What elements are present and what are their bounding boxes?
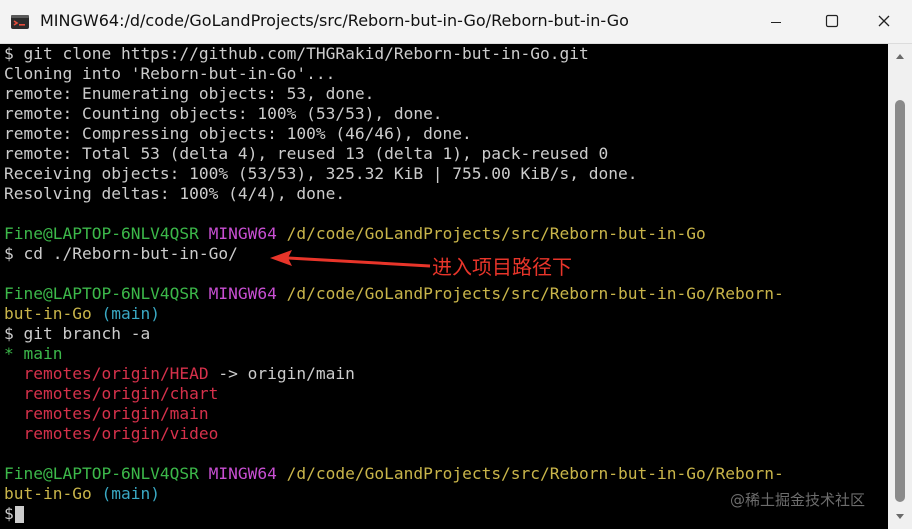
terminal-text: remotes/origin/HEAD (23, 364, 209, 383)
terminal-text: but-in-Go (4, 304, 92, 323)
terminal-text: -> origin/main (208, 364, 355, 383)
terminal-text: but-in-Go (4, 484, 92, 503)
terminal-text: remotes/origin/main (23, 404, 209, 423)
window-title: MINGW64:/d/code/GoLandProjects/src/Rebor… (40, 11, 629, 30)
terminal-line: $ git clone https://github.com/THGRakid/… (0, 44, 888, 64)
text-cursor (14, 506, 24, 523)
terminal-text: $ cd ./Reborn-but-in-Go/ (4, 244, 238, 263)
terminal-line: remotes/origin/video (0, 424, 888, 444)
terminal-text: Resolving deltas: 100% (4/4), done. (4, 184, 346, 203)
vertical-scrollbar[interactable] (888, 44, 912, 529)
terminal-text: /d/code/GoLandProjects/src/Reborn-but-in… (286, 224, 706, 243)
terminal-line: Fine@LAPTOP-6NLV4QSR MINGW64 /d/code/GoL… (0, 224, 888, 244)
terminal-line: Receiving objects: 100% (53/53), 325.32 … (0, 164, 888, 184)
minimize-icon (770, 13, 782, 32)
scrollbar-thumb[interactable] (895, 100, 905, 502)
annotation-arrow (270, 250, 431, 268)
terminal-text: Fine@LAPTOP-6NLV4QSR (4, 224, 199, 243)
minimize-button[interactable] (748, 0, 804, 44)
terminal-text: remote: Total 53 (delta 4), reused 13 (d… (4, 144, 609, 163)
terminal-text: MINGW64 (208, 464, 277, 483)
title-bar[interactable]: MINGW64:/d/code/GoLandProjects/src/Rebor… (0, 0, 912, 44)
watermark: @稀土掘金技术社区 (730, 491, 866, 509)
terminal-line: $ git branch -a (0, 324, 888, 344)
terminal-line: Cloning into 'Reborn-but-in-Go'... (0, 64, 888, 84)
terminal-line: but-in-Go (main) (0, 304, 888, 324)
git-bash-icon (10, 12, 30, 32)
terminal-text: Receiving objects: 100% (53/53), 325.32 … (4, 164, 638, 183)
terminal-text: remotes/origin/chart (23, 384, 219, 403)
terminal-line: remote: Enumerating objects: 53, done. (0, 84, 888, 104)
terminal-text: Fine@LAPTOP-6NLV4QSR (4, 284, 199, 303)
maximize-icon (825, 13, 839, 32)
terminal-text: remote: Compressing objects: 100% (46/46… (4, 124, 472, 143)
terminal-text: $ git clone https://github.com/THGRakid/… (4, 44, 589, 63)
scroll-down-icon[interactable] (894, 511, 906, 523)
terminal-line: Fine@LAPTOP-6NLV4QSR MINGW64 /d/code/GoL… (0, 284, 888, 304)
terminal-line: Fine@LAPTOP-6NLV4QSR MINGW64 /d/code/GoL… (0, 464, 888, 484)
terminal-text: remote: Counting objects: 100% (53/53), … (4, 104, 443, 123)
terminal-line: * main (0, 344, 888, 364)
annotation-label: 进入项目路径下 (432, 255, 572, 279)
terminal-output[interactable]: $ git clone https://github.com/THGRakid/… (0, 44, 888, 529)
terminal-text: /d/code/GoLandProjects/src/Reborn-but-in… (286, 464, 784, 483)
terminal-text: /d/code/GoLandProjects/src/Reborn-but-in… (286, 284, 784, 303)
terminal-text: Fine@LAPTOP-6NLV4QSR (4, 464, 199, 483)
terminal-line: remote: Counting objects: 100% (53/53), … (0, 104, 888, 124)
scroll-up-icon[interactable] (894, 50, 906, 62)
terminal-text: MINGW64 (208, 284, 277, 303)
terminal-text: Cloning into 'Reborn-but-in-Go'... (4, 64, 336, 83)
terminal-text: remotes/origin/video (23, 424, 219, 443)
maximize-button[interactable] (804, 0, 860, 44)
terminal-text: remote: Enumerating objects: 53, done. (4, 84, 375, 103)
terminal-line: remotes/origin/HEAD -> origin/main (0, 364, 888, 384)
close-icon (877, 13, 891, 32)
terminal-text: $ git branch -a (4, 324, 151, 343)
terminal-line: remote: Compressing objects: 100% (46/46… (0, 124, 888, 144)
terminal-line: Resolving deltas: 100% (4/4), done. (0, 184, 888, 204)
terminal-window: MINGW64:/d/code/GoLandProjects/src/Rebor… (0, 0, 912, 529)
terminal-text: $ (4, 504, 14, 523)
terminal-text: MINGW64 (208, 224, 277, 243)
terminal-text: * main (4, 344, 63, 363)
close-button[interactable] (856, 0, 912, 44)
terminal-text: (main) (101, 484, 160, 503)
terminal-line: remote: Total 53 (delta 4), reused 13 (d… (0, 144, 888, 164)
terminal-line: remotes/origin/chart (0, 384, 888, 404)
terminal-line: remotes/origin/main (0, 404, 888, 424)
terminal-text: (main) (101, 304, 160, 323)
